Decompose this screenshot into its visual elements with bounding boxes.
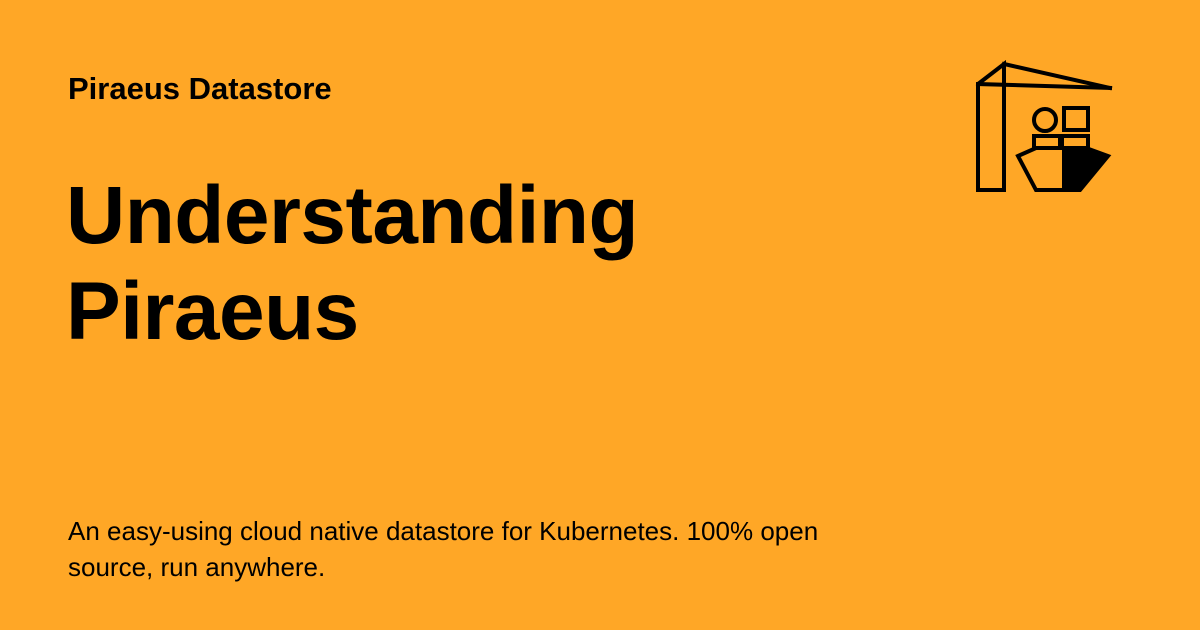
page-title: Understanding Piraeus xyxy=(66,170,639,357)
page-description: An easy-using cloud native datastore for… xyxy=(68,516,819,582)
piraeus-crane-ship-icon xyxy=(975,60,1113,192)
site-name: Piraeus Datastore xyxy=(68,71,332,106)
